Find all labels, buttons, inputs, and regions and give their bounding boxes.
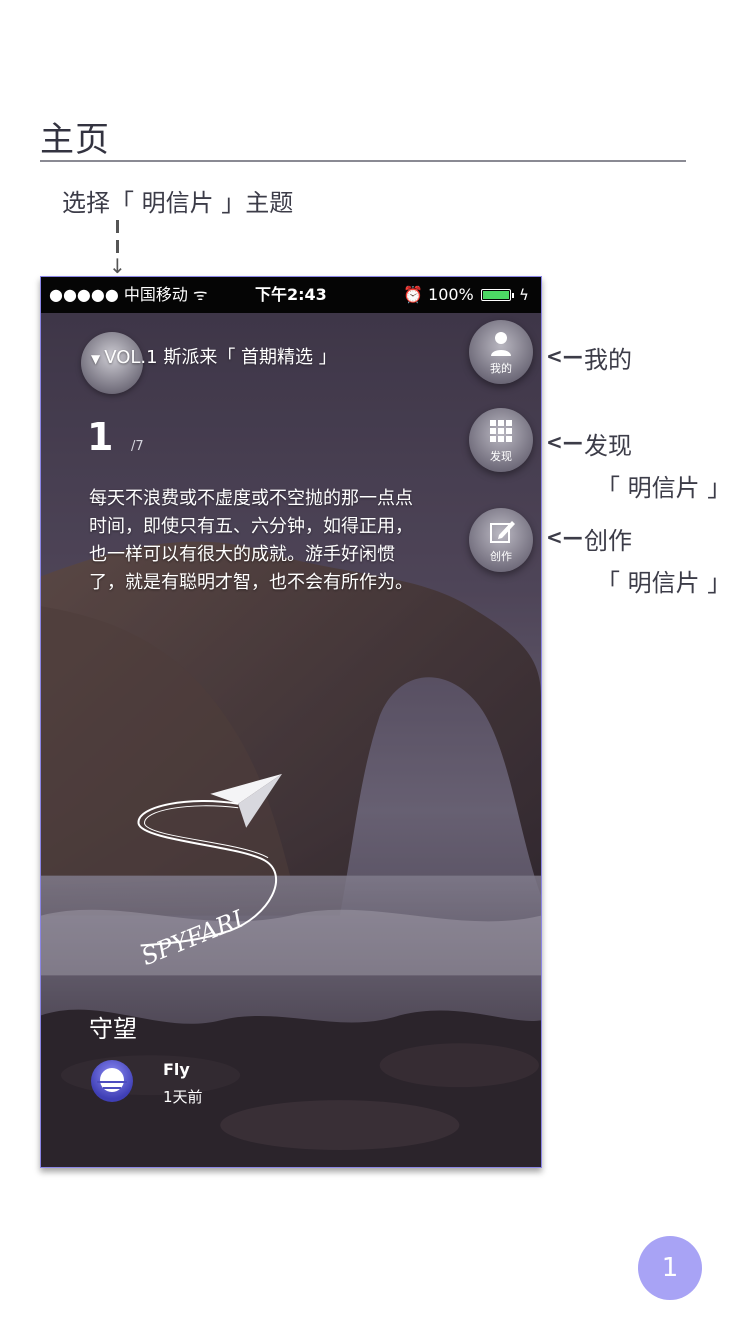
avatar[interactable] — [91, 1060, 133, 1102]
edit-icon — [490, 521, 515, 543]
dropdown-triangle-icon: ▼ — [91, 352, 101, 366]
title-divider — [40, 160, 686, 162]
note-dash-line — [116, 220, 119, 233]
side-button-create[interactable]: 创作 — [469, 508, 533, 572]
status-time: 下午2:43 — [255, 285, 327, 304]
wifi-icon: ᯤ — [193, 285, 208, 304]
side-button-label: 创作 — [490, 550, 512, 563]
callout-create: 创作 — [584, 527, 632, 555]
page-title: 主页 — [40, 120, 110, 160]
page: 主页 选择「 明信片 」主题 ↓ SPYFARI ●●●●● 中国移动 ᯤ 下午… — [0, 0, 750, 1334]
side-button-label: 我的 — [490, 362, 512, 375]
side-button-label: 发现 — [490, 450, 512, 463]
post-title: 守望 — [89, 1015, 137, 1043]
callout-arrow-icon: <— — [546, 344, 583, 368]
person-icon — [491, 332, 511, 356]
volume-selector[interactable]: ▼ VOL.1 斯派来「 首期精选 」 — [91, 343, 337, 369]
battery-label: ⏰ 100% — [403, 285, 474, 304]
post-time: 1天前 — [163, 1088, 203, 1106]
side-button-mine[interactable]: 我的 — [469, 320, 533, 384]
carrier-label: ●●●●● 中国移动 ᯤ — [49, 285, 208, 304]
grid-icon — [490, 420, 512, 442]
down-arrow-icon: ↓ — [109, 254, 126, 278]
note-dash-line — [116, 240, 119, 253]
side-button-discover[interactable]: 发现 — [469, 408, 533, 472]
callout-arrow-icon: <— — [546, 430, 583, 454]
alarm-icon: ⏰ — [403, 285, 423, 304]
page-number-badge: 1 — [638, 1236, 702, 1300]
status-bar: ●●●●● 中国移动 ᯤ 下午2:43 ⏰ 100% ϟ — [41, 277, 541, 313]
callout-arrow-icon: <— — [546, 525, 583, 549]
quote-text: 每天不浪费或不虚度或不空抛的那一点点时间，即使只有五、六分钟，如得正用，也一样可… — [89, 488, 413, 593]
card-total: /7 — [131, 439, 144, 454]
battery-cap — [512, 293, 514, 298]
theme-note: 选择「 明信片 」主题 — [62, 189, 294, 217]
phone-mockup: SPYFARI ●●●●● 中国移动 ᯤ 下午2:43 ⏰ 100% ϟ ▼ VO… — [40, 276, 542, 1168]
callout-discover: 发现 — [584, 432, 632, 460]
card-index: 1 — [87, 415, 114, 459]
callout-discover-sub: 「 明信片 」 — [596, 474, 732, 502]
callout-create-sub: 「 明信片 」 — [596, 569, 732, 597]
author-name[interactable]: Fly — [163, 1060, 190, 1079]
callout-mine: 我的 — [584, 346, 632, 374]
charging-icon: ϟ — [519, 286, 529, 304]
battery-icon — [481, 289, 511, 301]
